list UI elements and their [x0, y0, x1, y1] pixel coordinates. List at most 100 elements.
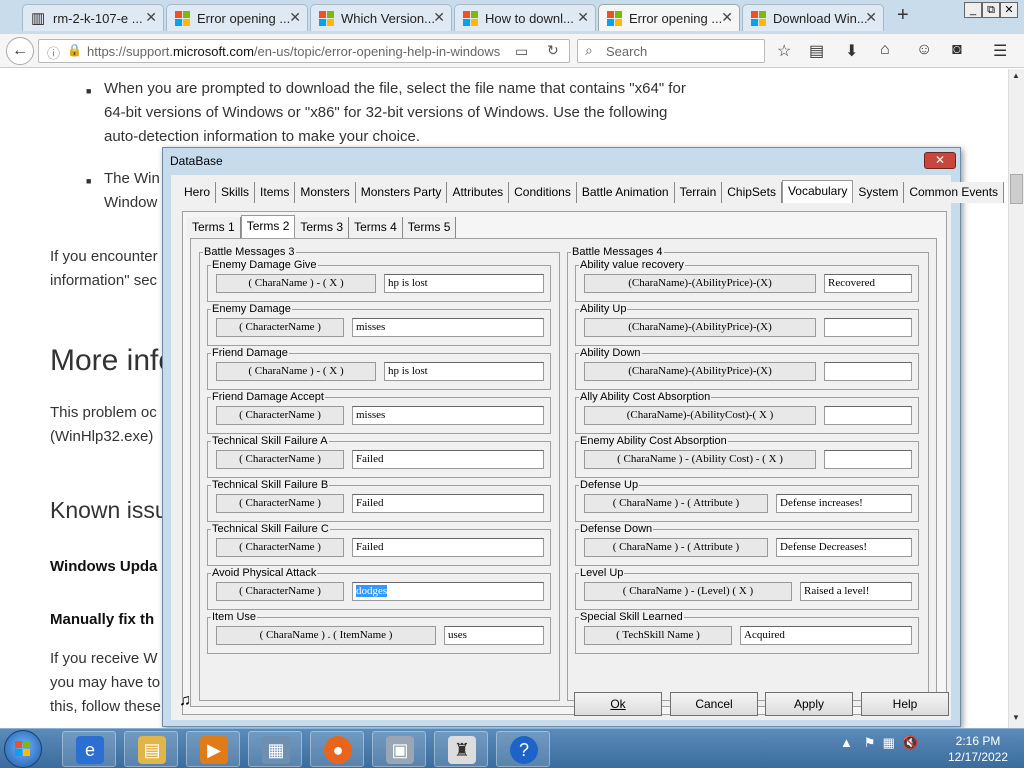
subtab-terms-1[interactable]: Terms 1 [187, 217, 241, 238]
tab-close-icon[interactable]: ✕ [433, 9, 445, 26]
tab-close-icon[interactable]: ✕ [145, 9, 157, 26]
search-bar[interactable]: ⌕ Search [577, 39, 765, 63]
browser-tab-3[interactable]: Which Version... ✕ [310, 4, 452, 31]
message-text-field[interactable]: Acquired [740, 626, 912, 645]
info-icon[interactable]: ⓘ [47, 43, 60, 62]
message-text-field[interactable]: hp is lost [384, 274, 544, 293]
message-text-field[interactable] [824, 406, 912, 425]
tab-monsters-party[interactable]: Monsters Party [355, 182, 448, 203]
firefox-taskbar-button[interactable]: ● [310, 731, 364, 767]
system-tray: ▲ ⚑ ▦ 🔇 [840, 735, 918, 751]
tab-vocabulary[interactable]: Vocabulary [781, 180, 854, 203]
browser-tab-1[interactable]: ▥ rm-2-k-107-e ... ✕ [22, 4, 164, 31]
home-icon[interactable]: ⌂ [880, 41, 890, 59]
subtab-terms-3[interactable]: Terms 3 [295, 217, 350, 238]
message-text-field[interactable]: misses [352, 406, 544, 425]
apply-button[interactable]: Apply [765, 692, 853, 716]
ok-button[interactable]: Ok [574, 692, 662, 716]
reload-icon[interactable]: ↻ [547, 42, 559, 59]
close-button[interactable]: ✕ [924, 152, 956, 169]
message-text-field[interactable] [824, 318, 912, 337]
para3-line3: this, follow these [50, 698, 161, 715]
tab-chipsets[interactable]: ChipSets [722, 182, 782, 203]
subtab-terms-2[interactable]: Terms 2 [240, 215, 296, 238]
param-display: ( CharaName ) - ( Attribute ) [584, 494, 768, 513]
message-text-field[interactable]: uses [444, 626, 544, 645]
network-icon[interactable]: ▦ [883, 735, 895, 750]
volume-muted-icon[interactable]: 🔇 [902, 735, 918, 750]
bullet-icon: ■ [86, 86, 92, 96]
tray-expand-icon[interactable]: ▲ [840, 735, 853, 750]
minimize-button[interactable]: _ [964, 2, 982, 18]
download-icon[interactable]: ⬇ [845, 41, 858, 61]
scroll-up-icon[interactable]: ▲ [1012, 71, 1020, 80]
reader-view-icon[interactable]: ▭ [515, 43, 528, 60]
subtab-terms-4[interactable]: Terms 4 [349, 217, 403, 238]
help-button[interactable]: Help [861, 692, 949, 716]
tab-skills[interactable]: Skills [216, 182, 256, 203]
tab-common-events[interactable]: Common Events [904, 182, 1005, 203]
restore-button[interactable]: ⧉ [982, 2, 1000, 18]
new-tab-button[interactable]: + [897, 4, 909, 27]
tab-battle-animation[interactable]: Battle Animation [576, 182, 675, 203]
tab-hero[interactable]: Hero [179, 182, 217, 203]
documents-taskbar-button[interactable]: ▣ [372, 731, 426, 767]
bookmark-star-icon[interactable]: ☆ [777, 41, 791, 61]
message-text-field[interactable]: Defense Decreases! [776, 538, 912, 557]
tab-monsters[interactable]: Monsters [295, 182, 356, 203]
back-button[interactable]: ← [6, 37, 34, 65]
sync-icon[interactable]: ☺ [916, 41, 932, 59]
tab-system[interactable]: System [853, 182, 905, 203]
tab-close-icon[interactable]: ✕ [289, 9, 301, 26]
tab-terrain[interactable]: Terrain [674, 182, 723, 203]
library-icon[interactable]: ▤ [809, 41, 824, 61]
browser-tab-2[interactable]: Error opening ... ✕ [166, 4, 308, 31]
help-taskbar-button[interactable]: ? [496, 731, 550, 767]
media-player-taskbar-button[interactable]: ▶ [186, 731, 240, 767]
url-bar[interactable]: ⓘ 🔒 https://support.microsoft.com/en-us/… [38, 39, 570, 63]
internet-explorer-taskbar-button[interactable]: e [62, 731, 116, 767]
browser-tab-4[interactable]: How to downl... ✕ [454, 4, 596, 31]
music-note-icon[interactable]: ♫ [179, 692, 191, 710]
message-text-field[interactable] [824, 362, 912, 381]
tab-close-icon[interactable]: ✕ [577, 9, 589, 26]
message-row-level-up: Level Up ( CharaName ) - (Level) ( X ) Rai… [575, 566, 919, 610]
message-text-field[interactable]: Recovered [824, 274, 912, 293]
message-text-field[interactable]: Failed [352, 538, 544, 557]
clock[interactable]: 2:16 PM 12/17/2022 [938, 733, 1018, 765]
message-text-field[interactable]: Raised a level! [800, 582, 912, 601]
message-text-field[interactable]: Failed [352, 494, 544, 513]
message-row-enemy-ability-cost-absorption: Enemy Ability Cost Absorption ( CharaName… [575, 434, 919, 478]
castle-game-taskbar-button[interactable]: ♜ [434, 731, 488, 767]
message-text-field[interactable]: hp is lost [384, 362, 544, 381]
message-text-field[interactable] [824, 450, 912, 469]
param-display: (CharaName)-(AbilityCost)-( X ) [584, 406, 816, 425]
message-text-field[interactable]: Defense increases! [776, 494, 912, 513]
tab-close-icon[interactable]: ✕ [721, 9, 733, 26]
file-explorer-taskbar-button[interactable]: ▤ [124, 731, 178, 767]
browser-tab-5[interactable]: Error opening ... ✕ [598, 4, 740, 31]
tab-items[interactable]: Items [255, 182, 296, 203]
tab-conditions[interactable]: Conditions [509, 182, 577, 203]
message-row-technical-skill-failure-a: Technical Skill Failure A ( CharacterName… [207, 434, 551, 478]
start-button[interactable] [4, 730, 42, 768]
search-input[interactable]: Search [606, 44, 647, 59]
message-text-field[interactable]: dodges [352, 582, 544, 601]
tab-close-icon[interactable]: ✕ [865, 9, 877, 26]
window-close-button[interactable]: ✕ [1000, 2, 1018, 18]
menu-icon[interactable]: ☰ [993, 41, 1007, 61]
tab-attributes[interactable]: Attributes [447, 182, 510, 203]
param-display: (CharaName)-(AbilityPrice)-(X) [584, 362, 816, 381]
scrollbar-thumb[interactable] [1010, 174, 1023, 204]
database-dialog: DataBase ✕ Hero Skills Items Monsters Monste… [162, 147, 1005, 727]
browser-tab-6[interactable]: Download Win... ✕ [742, 4, 884, 31]
flag-icon[interactable]: ⚑ [864, 735, 876, 750]
scroll-down-icon[interactable]: ▼ [1012, 713, 1020, 722]
page-scrollbar[interactable]: ▲ ▼ [1008, 69, 1024, 728]
subtab-terms-5[interactable]: Terms 5 [402, 217, 457, 238]
control-panel-taskbar-button[interactable]: ▦ [248, 731, 302, 767]
cancel-button[interactable]: Cancel [670, 692, 758, 716]
pocket-icon[interactable]: ◙ [952, 41, 962, 59]
message-text-field[interactable]: Failed [352, 450, 544, 469]
message-text-field[interactable]: misses [352, 318, 544, 337]
